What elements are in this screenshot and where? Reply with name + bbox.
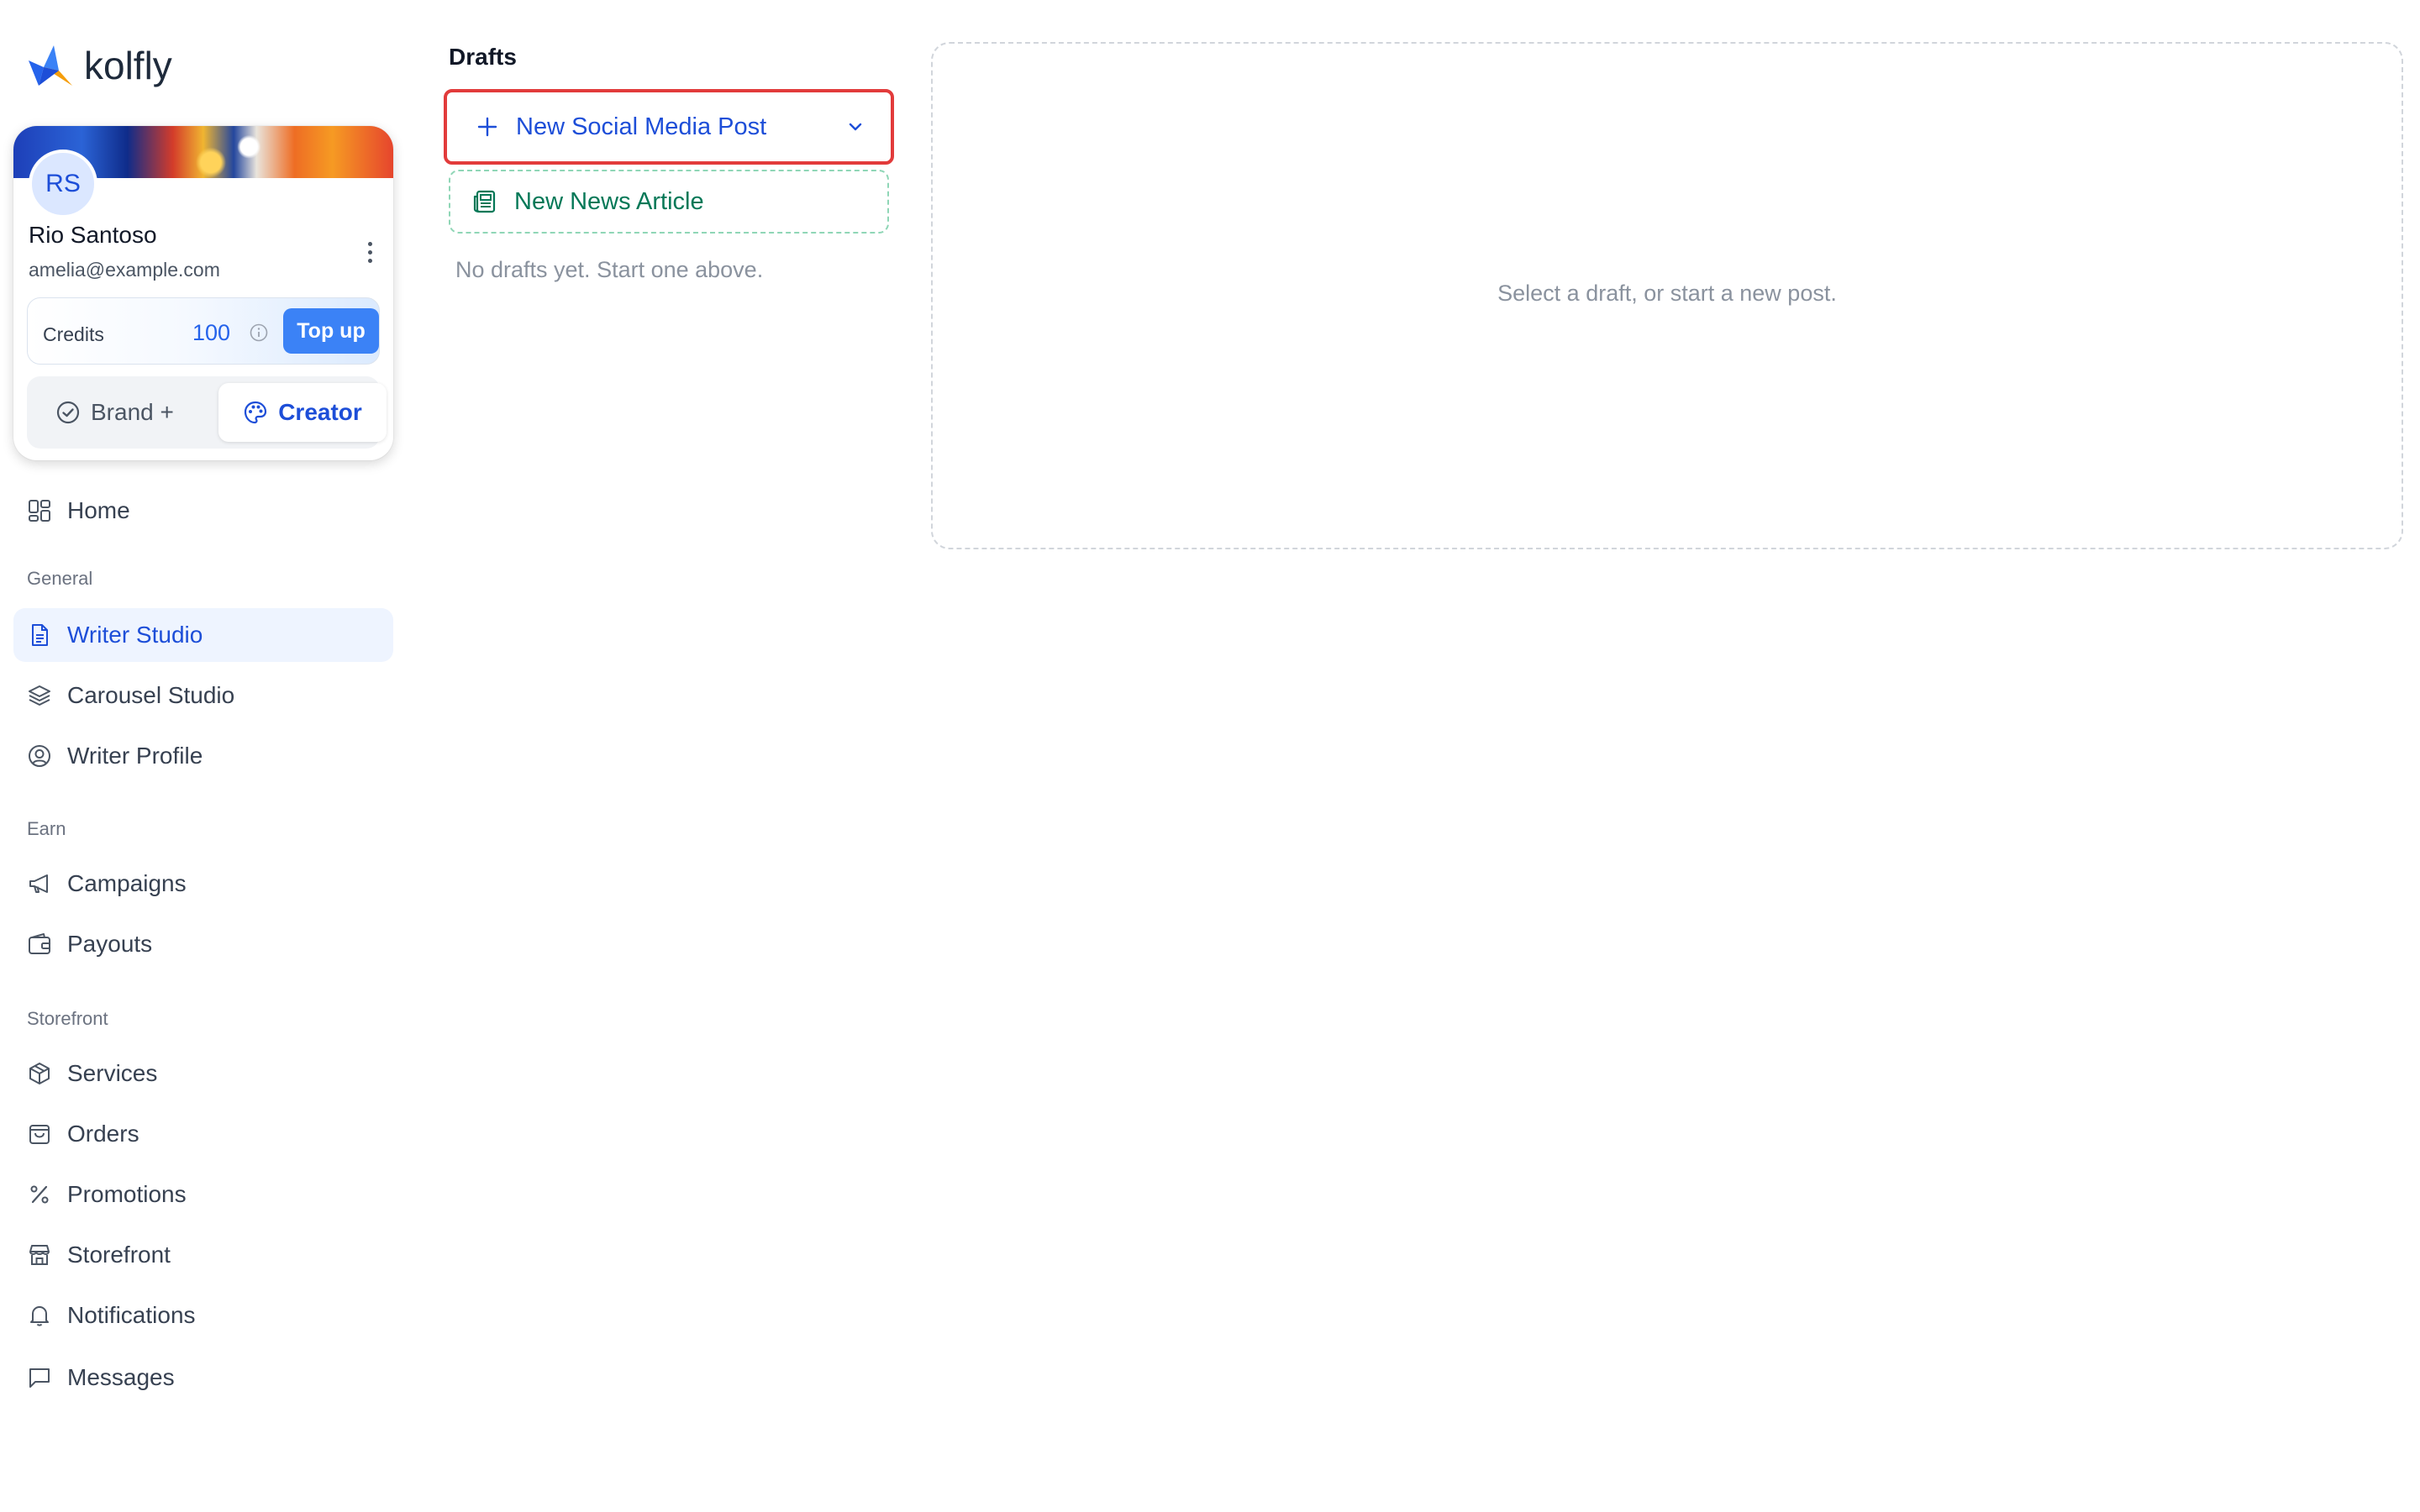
nav-item-notifications[interactable]: Notifications: [13, 1289, 393, 1342]
document-icon: [32, 624, 48, 646]
mode-brand-button[interactable]: Brand +: [55, 376, 174, 449]
nav-label-writer-profile: Writer Profile: [67, 743, 203, 769]
bell-icon: [30, 1306, 49, 1326]
sidebar: kolfly RS Rio Santoso amelia@example.com…: [0, 0, 403, 1512]
user-circle-icon: [29, 745, 50, 767]
grid-icon: [29, 500, 50, 522]
nav-label-campaigns: Campaigns: [67, 870, 187, 896]
nav-label-carousel-studio: Carousel Studio: [67, 682, 235, 708]
editor-placeholder-panel: Select a draft, or start a new post.: [931, 42, 2403, 549]
store-icon: [29, 1245, 50, 1265]
newspaper-icon: [473, 190, 496, 213]
nav-label-promotions: Promotions: [67, 1181, 187, 1207]
section-label-general: General: [27, 568, 93, 589]
nav-label-messages: Messages: [67, 1364, 175, 1390]
nav-item-payouts[interactable]: Payouts: [13, 917, 393, 971]
nav-item-home[interactable]: Home: [13, 484, 393, 538]
drafts-empty-message: No drafts yet. Start one above.: [455, 257, 764, 282]
mode-creator-button[interactable]: Creator: [218, 383, 387, 442]
mode-switcher: Brand + Creator: [27, 376, 387, 449]
kolfly-logo-icon: [29, 45, 72, 86]
palette-icon: [245, 401, 267, 424]
avatar[interactable]: RS: [29, 150, 97, 218]
credits-panel: Credits 100 Top up: [27, 297, 380, 365]
nav-item-messages[interactable]: Messages: [13, 1351, 393, 1404]
profile-more-icon[interactable]: [360, 237, 380, 267]
top-up-button[interactable]: Top up: [283, 308, 379, 354]
nav-label-storefront: Storefront: [67, 1242, 171, 1268]
nav-label-payouts: Payouts: [67, 931, 153, 957]
package-icon: [29, 1063, 50, 1084]
nav-label-services: Services: [67, 1060, 158, 1086]
nav-item-storefront[interactable]: Storefront: [13, 1228, 393, 1282]
plus-icon: [477, 117, 497, 137]
shopping-bag-icon: [29, 1125, 50, 1144]
nav-item-orders[interactable]: Orders: [13, 1107, 393, 1161]
message-square-icon: [29, 1368, 50, 1388]
mode-creator-label: Creator: [278, 399, 362, 425]
profile-email: amelia@example.com: [29, 259, 220, 281]
wallet-icon: [29, 933, 50, 954]
nav-item-writer-studio[interactable]: Writer Studio: [13, 608, 393, 662]
nav-item-carousel-studio[interactable]: Carousel Studio: [13, 669, 393, 722]
nav-label-writer-studio: Writer Studio: [67, 622, 203, 648]
nav-label-orders: Orders: [67, 1121, 139, 1147]
credits-label: Credits: [43, 323, 104, 345]
section-label-earn: Earn: [27, 818, 66, 839]
new-social-media-post-label: New Social Media Post: [516, 113, 767, 140]
megaphone-icon: [29, 874, 48, 893]
nav-item-writer-profile[interactable]: Writer Profile: [13, 729, 393, 783]
logo-text: kolfly: [84, 44, 172, 87]
new-news-article-button[interactable]: New News Article: [449, 170, 889, 234]
nav-label-notifications: Notifications: [67, 1302, 196, 1328]
profile-card: RS Rio Santoso amelia@example.com Credit…: [13, 126, 393, 460]
new-news-article-label: New News Article: [514, 187, 704, 215]
editor-placeholder-text: Select a draft, or start a new post.: [1497, 281, 1837, 306]
new-social-media-post-button[interactable]: New Social Media Post: [444, 89, 894, 165]
credits-value: 100: [192, 320, 231, 345]
layers-icon: [29, 685, 50, 706]
nav-item-campaigns[interactable]: Campaigns: [13, 857, 393, 911]
nav-label-home: Home: [67, 497, 130, 523]
percent-icon: [30, 1185, 49, 1204]
profile-name: Rio Santoso: [29, 222, 157, 248]
check-circle-icon: [56, 401, 80, 424]
app-logo[interactable]: kolfly: [25, 42, 172, 89]
mode-brand-label: Brand +: [91, 399, 174, 425]
info-icon[interactable]: [250, 323, 268, 342]
nav-item-services[interactable]: Services: [13, 1047, 393, 1100]
chevron-down-icon[interactable]: [845, 117, 865, 137]
drafts-title: Drafts: [449, 44, 517, 70]
nav-item-promotions[interactable]: Promotions: [13, 1168, 393, 1221]
section-label-storefront: Storefront: [27, 1008, 108, 1029]
